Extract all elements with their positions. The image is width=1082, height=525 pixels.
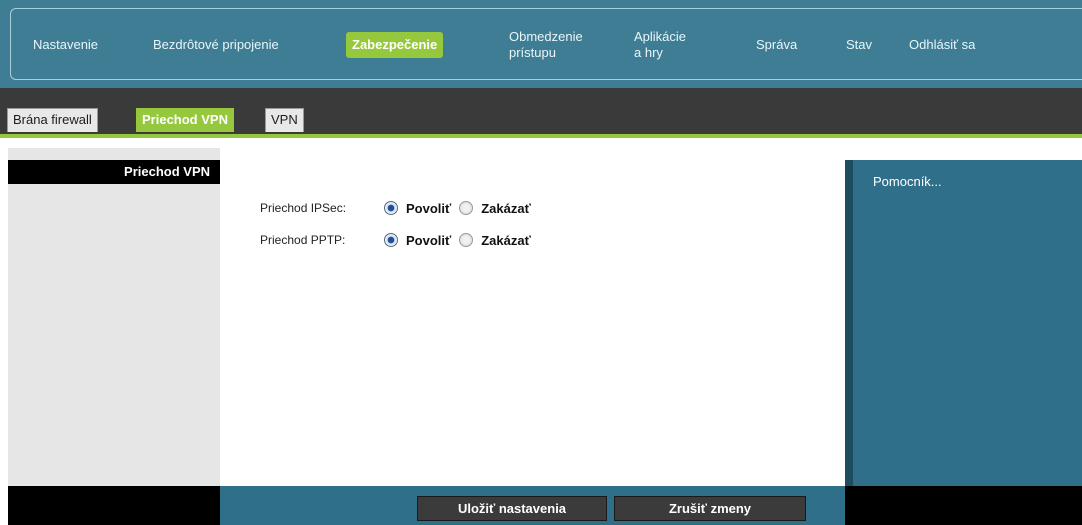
nav-item-label: Aplikácie a hry <box>634 29 687 60</box>
help-panel: Pomocník... <box>845 148 1082 525</box>
nav-item-odhlasit-sa[interactable]: Odhlásiť sa <box>909 9 975 81</box>
tab-label: Brána firewall <box>13 112 92 127</box>
tab-brana-firewall[interactable]: Brána firewall <box>7 108 98 132</box>
top-navigation-band: Nastavenie Bezdrôtové pripojenie Zabezpe… <box>0 0 1082 88</box>
footer-left <box>8 486 220 525</box>
pptp-disable-label: Zakázať <box>481 232 531 248</box>
tab-label: VPN <box>271 112 298 127</box>
nav-item-obmedzenie-pristupu[interactable]: Obmedzenie prístupu <box>509 9 589 81</box>
ipsec-row: Priechod IPSec: Povoliť Zakázať <box>260 196 539 220</box>
main-nav: Nastavenie Bezdrôtové pripojenie Zabezpe… <box>10 8 1082 80</box>
sidebar-header: Priechod VPN <box>8 160 220 184</box>
pptp-enable-label: Povoliť <box>406 232 452 248</box>
ipsec-disable-label: Zakázať <box>481 200 531 216</box>
nav-item-sprava[interactable]: Správa <box>756 9 797 81</box>
ipsec-enable-radio[interactable] <box>384 201 398 215</box>
spacer <box>0 138 1082 148</box>
tab-label: Priechod VPN <box>142 112 228 127</box>
save-settings-button[interactable]: Uložiť nastavenia <box>417 496 607 521</box>
nav-item-label: Odhlásiť sa <box>909 37 976 52</box>
nav-item-label: Bezdrôtové pripojenie <box>153 37 279 52</box>
tab-priechod-vpn[interactable]: Priechod VPN <box>136 108 234 132</box>
pptp-enable-radio[interactable] <box>384 233 398 247</box>
ipsec-disable-radio[interactable] <box>459 201 474 215</box>
footer-actions: Uložiť nastavenia Zrušiť zmeny <box>220 486 845 525</box>
sidebar: Priechod VPN <box>8 148 220 525</box>
nav-item-zabezpecenie[interactable]: Zabezpečenie <box>346 9 444 81</box>
help-link[interactable]: Pomocník... <box>873 174 942 189</box>
nav-item-bezdrotove-pripojenie[interactable]: Bezdrôtové pripojenie <box>153 9 279 81</box>
help-shadow <box>845 160 853 486</box>
tab-vpn[interactable]: VPN <box>265 108 304 132</box>
pptp-label: Priechod PPTP: <box>260 233 346 247</box>
left-edge <box>0 148 8 525</box>
footer-right <box>845 486 1082 525</box>
nav-item-label: Správa <box>756 37 798 52</box>
ipsec-label: Priechod IPSec: <box>260 201 347 215</box>
sidebar-title: Priechod VPN <box>124 164 210 179</box>
nav-item-label: Stav <box>846 37 873 52</box>
nav-item-label: Obmedzenie prístupu <box>509 29 583 60</box>
nav-item-label: Nastavenie <box>33 37 99 52</box>
pptp-disable-radio[interactable] <box>459 233 474 247</box>
nav-item-label: Zabezpečenie <box>346 32 444 58</box>
pptp-row: Priechod PPTP: Povoliť Zakázať <box>260 228 539 252</box>
nav-item-stav[interactable]: Stav <box>846 9 872 81</box>
subtab-bar: Brána firewall Priechod VPN VPN <box>0 88 1082 134</box>
help-top-strip <box>845 148 1082 160</box>
ipsec-enable-label: Povoliť <box>406 200 452 216</box>
cancel-changes-button[interactable]: Zrušiť zmeny <box>614 496 806 521</box>
nav-item-aplikacie-a-hry[interactable]: Aplikácie a hry <box>634 9 688 81</box>
main-content: Priechod IPSec: Povoliť Zakázať Priechod… <box>220 148 845 486</box>
nav-item-nastavenie[interactable]: Nastavenie <box>33 9 98 81</box>
